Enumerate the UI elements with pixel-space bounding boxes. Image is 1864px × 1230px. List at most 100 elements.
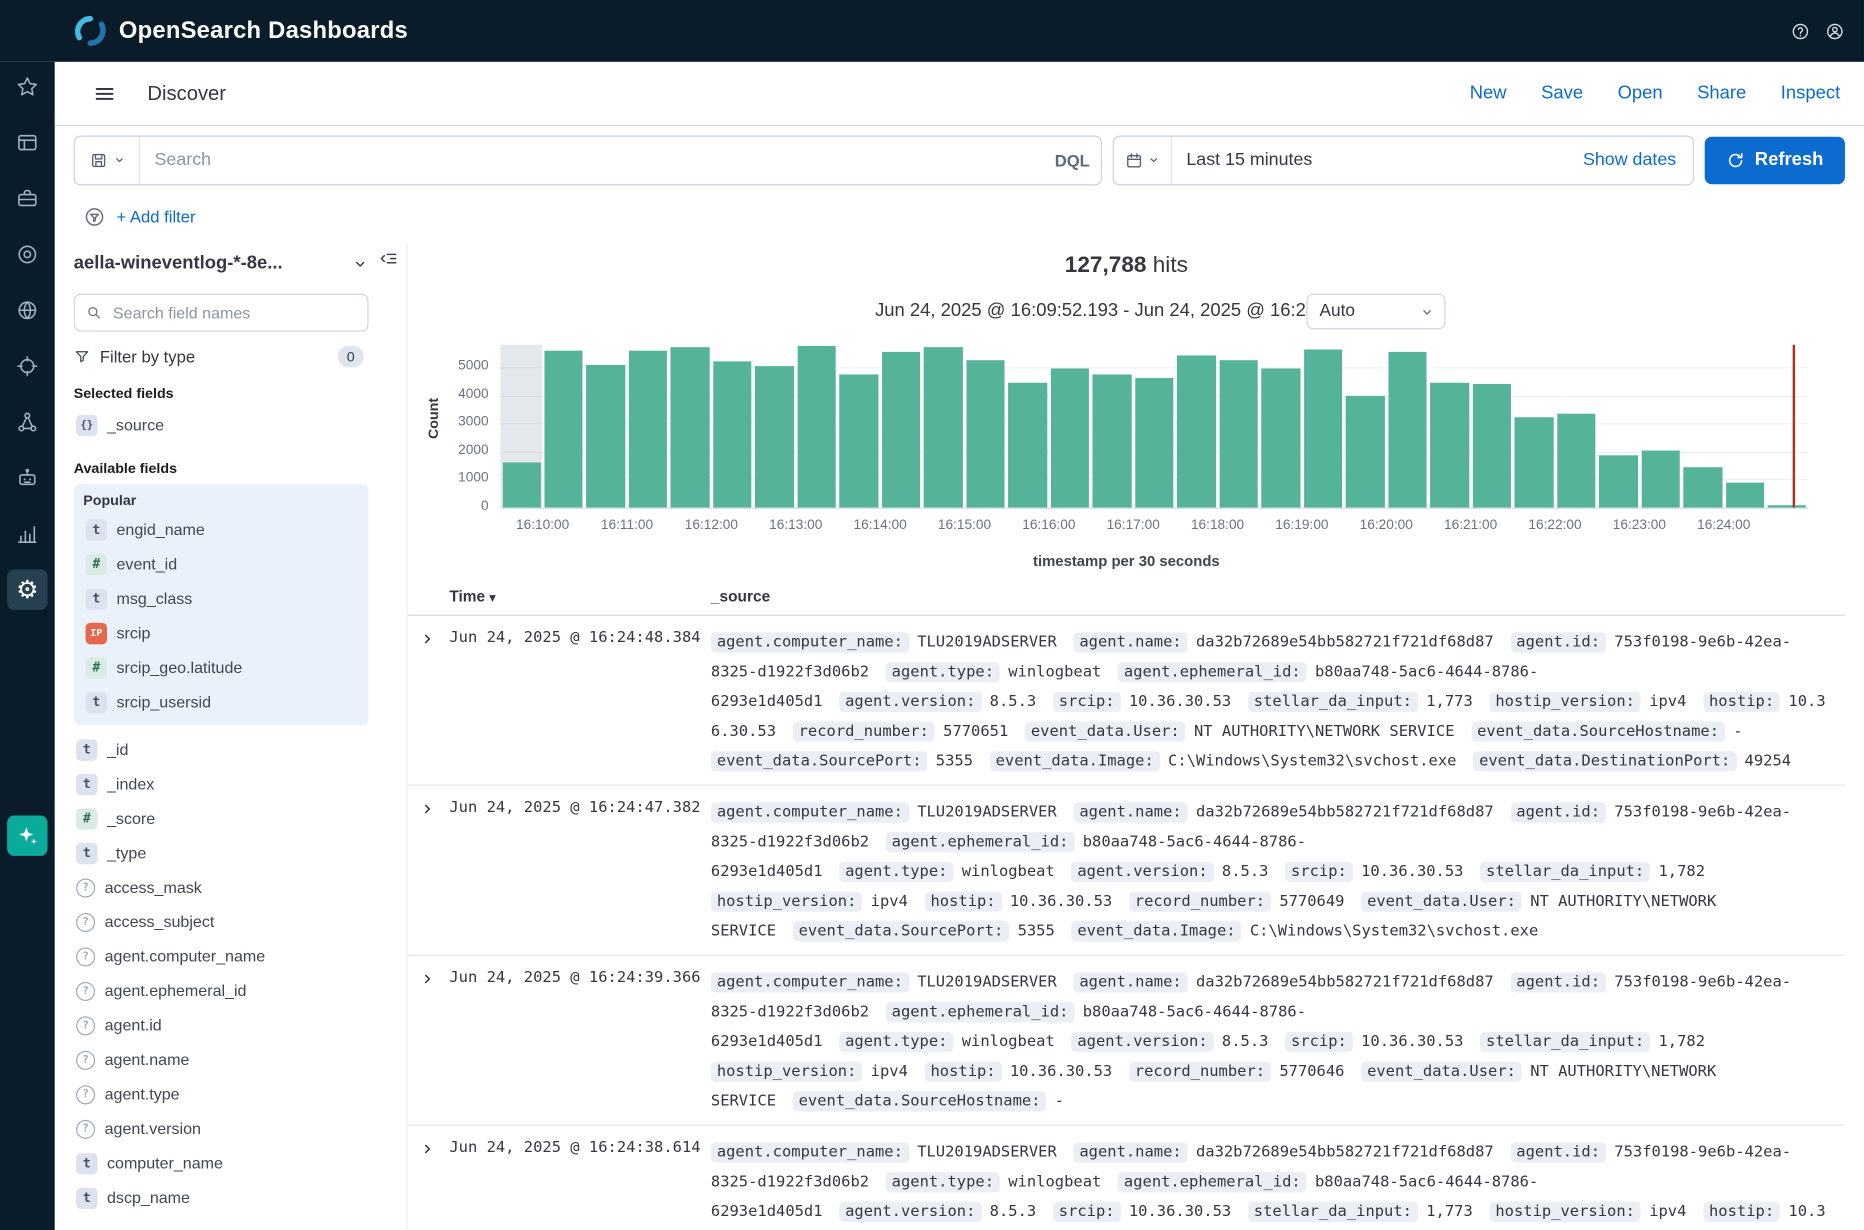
field-item[interactable]: tmsg_class [83, 581, 359, 615]
histogram-bar[interactable] [798, 346, 837, 507]
expand-doc-icon[interactable] [420, 1141, 435, 1156]
histogram-bar[interactable] [1346, 395, 1385, 507]
collapse-sidebar-icon[interactable] [378, 248, 398, 268]
doc-field-name: stellar_da_input: [1480, 1032, 1650, 1052]
field-item[interactable]: ?access_mask [74, 870, 369, 904]
doc-field-name: agent.version: [1071, 1032, 1213, 1052]
histogram-bar[interactable] [1177, 356, 1216, 508]
doc-field-value: 5770649 [1279, 893, 1344, 911]
histogram-bar[interactable] [1093, 374, 1132, 507]
field-search-input[interactable] [111, 303, 357, 323]
field-item[interactable]: tdscp_name [74, 1180, 369, 1214]
menu-hamburger-icon[interactable] [93, 81, 117, 105]
doc-field-value: da32b72689e54bb582721f721df68d87 [1196, 1144, 1494, 1162]
histogram-bar[interactable] [882, 352, 921, 508]
histogram-bar[interactable] [544, 350, 583, 507]
expand-doc-icon[interactable] [420, 971, 435, 986]
user-icon[interactable] [1821, 18, 1847, 44]
gear-icon[interactable]: ⚙ [7, 569, 47, 609]
saved-query-button[interactable] [75, 136, 140, 184]
index-pattern-selector[interactable]: aella-wineventlog-*-8e... [74, 246, 369, 282]
robot-icon[interactable] [7, 458, 47, 498]
histogram-bar[interactable] [713, 362, 752, 508]
histogram-bar[interactable] [1051, 369, 1090, 508]
save-button[interactable]: Save [1541, 83, 1583, 104]
inspect-button[interactable]: Inspect [1781, 83, 1840, 104]
field-item[interactable]: ?agent.type [74, 1077, 369, 1111]
sparkle-icon[interactable] [7, 815, 47, 855]
help-icon[interactable] [1787, 18, 1813, 44]
field-item[interactable]: t_type [74, 836, 369, 870]
filter-circle-icon[interactable] [83, 205, 106, 228]
calendar-button[interactable] [1114, 136, 1172, 184]
globe-icon[interactable] [7, 290, 47, 330]
new-button[interactable]: New [1470, 83, 1507, 104]
histogram-bar[interactable] [629, 350, 668, 507]
field-item[interactable]: #srcip_geo.latitude [83, 650, 359, 684]
histogram-bar[interactable] [1430, 383, 1469, 508]
bar-chart-icon[interactable] [7, 514, 47, 554]
crosshair-icon[interactable] [7, 346, 47, 386]
share-button[interactable]: Share [1697, 83, 1746, 104]
histogram-bar[interactable] [1008, 383, 1047, 508]
field-item[interactable]: tsrcip_usersid [83, 685, 359, 719]
histogram-bar[interactable] [1304, 349, 1343, 508]
histogram-bar[interactable] [840, 374, 879, 507]
histogram-bar[interactable] [1599, 456, 1638, 508]
expand-doc-icon[interactable] [420, 801, 435, 816]
field-item[interactable]: {}_source [74, 408, 369, 442]
show-dates-button[interactable]: Show dates [1583, 150, 1676, 170]
field-item[interactable]: t_id [74, 732, 369, 766]
time-range-value[interactable]: Last 15 minutes [1172, 150, 1583, 170]
histogram-bar[interactable] [587, 364, 626, 507]
field-item[interactable]: #_score [74, 801, 369, 835]
histogram-bar[interactable] [924, 348, 963, 508]
query-language-button[interactable]: DQL [1044, 150, 1101, 169]
field-item[interactable]: tengid_name [83, 512, 359, 546]
histogram-bar[interactable] [1515, 418, 1554, 508]
doc-field-name: srcip: [1285, 1032, 1353, 1052]
add-filter-button[interactable]: + Add filter [116, 207, 195, 226]
field-type-badge: t [76, 842, 97, 863]
field-item[interactable]: IPsrcip [83, 616, 359, 650]
histogram-bar[interactable] [1683, 467, 1722, 508]
field-item[interactable]: #event_id [83, 547, 359, 581]
star-icon[interactable] [7, 67, 47, 107]
histogram-bar[interactable] [1388, 352, 1427, 508]
doc-field-value: C:\Windows\System32\svchost.exe [1250, 922, 1538, 940]
toolbox-icon[interactable] [7, 178, 47, 218]
field-item[interactable]: t_index [74, 767, 369, 801]
open-button[interactable]: Open [1618, 83, 1663, 104]
histogram-bar[interactable] [1135, 378, 1174, 507]
field-item[interactable]: ?agent.ephemeral_id [74, 974, 369, 1008]
network-icon[interactable] [7, 402, 47, 442]
histogram-bar[interactable] [1262, 369, 1301, 508]
filter-by-type-button[interactable]: Filter by type 0 [74, 346, 369, 367]
refresh-button[interactable]: Refresh [1705, 136, 1845, 184]
doc-field-name: agent.computer_name: [711, 972, 909, 992]
brand[interactable]: OpenSearch Dashboards [74, 14, 408, 47]
histogram-bar[interactable] [966, 360, 1005, 507]
histogram-bar[interactable] [1472, 384, 1511, 508]
time-column-header[interactable]: Time ▾ [449, 587, 495, 605]
histogram-bar[interactable] [1641, 450, 1680, 508]
field-item[interactable]: tcomputer_name [74, 1146, 369, 1180]
histogram-bar[interactable] [671, 348, 710, 508]
histogram-bar[interactable] [755, 366, 794, 508]
histogram-bar[interactable] [502, 463, 541, 508]
field-item[interactable]: ?agent.version [74, 1112, 369, 1146]
histogram-bar[interactable] [1219, 360, 1258, 507]
rings-icon[interactable] [7, 234, 47, 274]
histogram-bar[interactable] [1557, 414, 1596, 508]
board-icon[interactable] [7, 122, 47, 162]
search-input[interactable] [140, 150, 1043, 170]
histogram-bar[interactable] [1726, 482, 1765, 507]
field-item[interactable]: ?agent.id [74, 1008, 369, 1042]
field-item[interactable]: ?access_subject [74, 905, 369, 939]
doc-field-name: hostip_version: [1489, 1202, 1640, 1222]
field-item[interactable]: ?agent.computer_name [74, 939, 369, 973]
source-column-header: _source [711, 587, 770, 605]
field-item[interactable]: ?agent.name [74, 1043, 369, 1077]
expand-doc-icon[interactable] [420, 631, 435, 646]
interval-select[interactable]: Auto [1306, 294, 1445, 330]
